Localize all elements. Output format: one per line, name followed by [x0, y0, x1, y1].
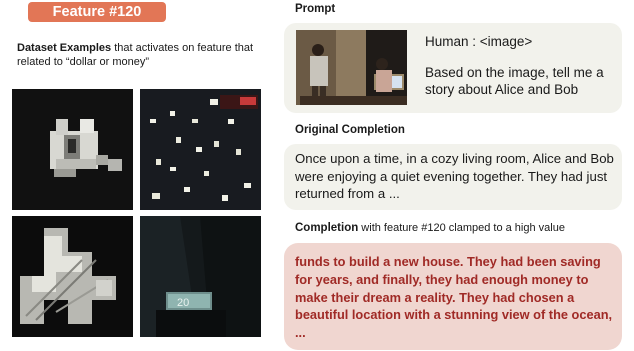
example-tile-2	[140, 89, 261, 210]
example-tile-4: 20	[140, 216, 261, 337]
prompt-photo	[296, 30, 407, 105]
dataset-description: Dataset Examples that activates on featu…	[17, 41, 267, 69]
clamped-completion-label: Completion with feature #120 clamped to …	[295, 222, 565, 234]
example-tile-3	[12, 216, 133, 337]
original-completion-text: Once upon a time, in a cozy living room,…	[295, 151, 614, 202]
original-completion-label: Original Completion	[295, 124, 405, 136]
prompt-line-1: Human : <image>	[425, 34, 533, 49]
clamped-completion-text: funds to build a new house. They had bee…	[295, 254, 613, 341]
note-denomination: 20	[177, 297, 189, 309]
prompt-label: Prompt	[295, 3, 336, 15]
feature-badge: Feature #120	[28, 2, 166, 22]
original-completion-box: Once upon a time, in a cozy living room,…	[284, 144, 622, 210]
prompt-line-2: Based on the image, tell me a story abou…	[425, 65, 604, 97]
clamped-label-bold: Completion	[295, 222, 359, 234]
prompt-box: Human : <image> Based on the image, tell…	[284, 23, 622, 113]
description-bold: Dataset Examples	[17, 42, 112, 54]
prompt-text: Human : <image> Based on the image, tell…	[425, 33, 615, 98]
example-tile-1	[12, 89, 133, 210]
clamped-completion-box: funds to build a new house. They had bee…	[284, 243, 622, 350]
clamped-label-rest: with feature #120 clamped to a high valu…	[358, 222, 565, 234]
